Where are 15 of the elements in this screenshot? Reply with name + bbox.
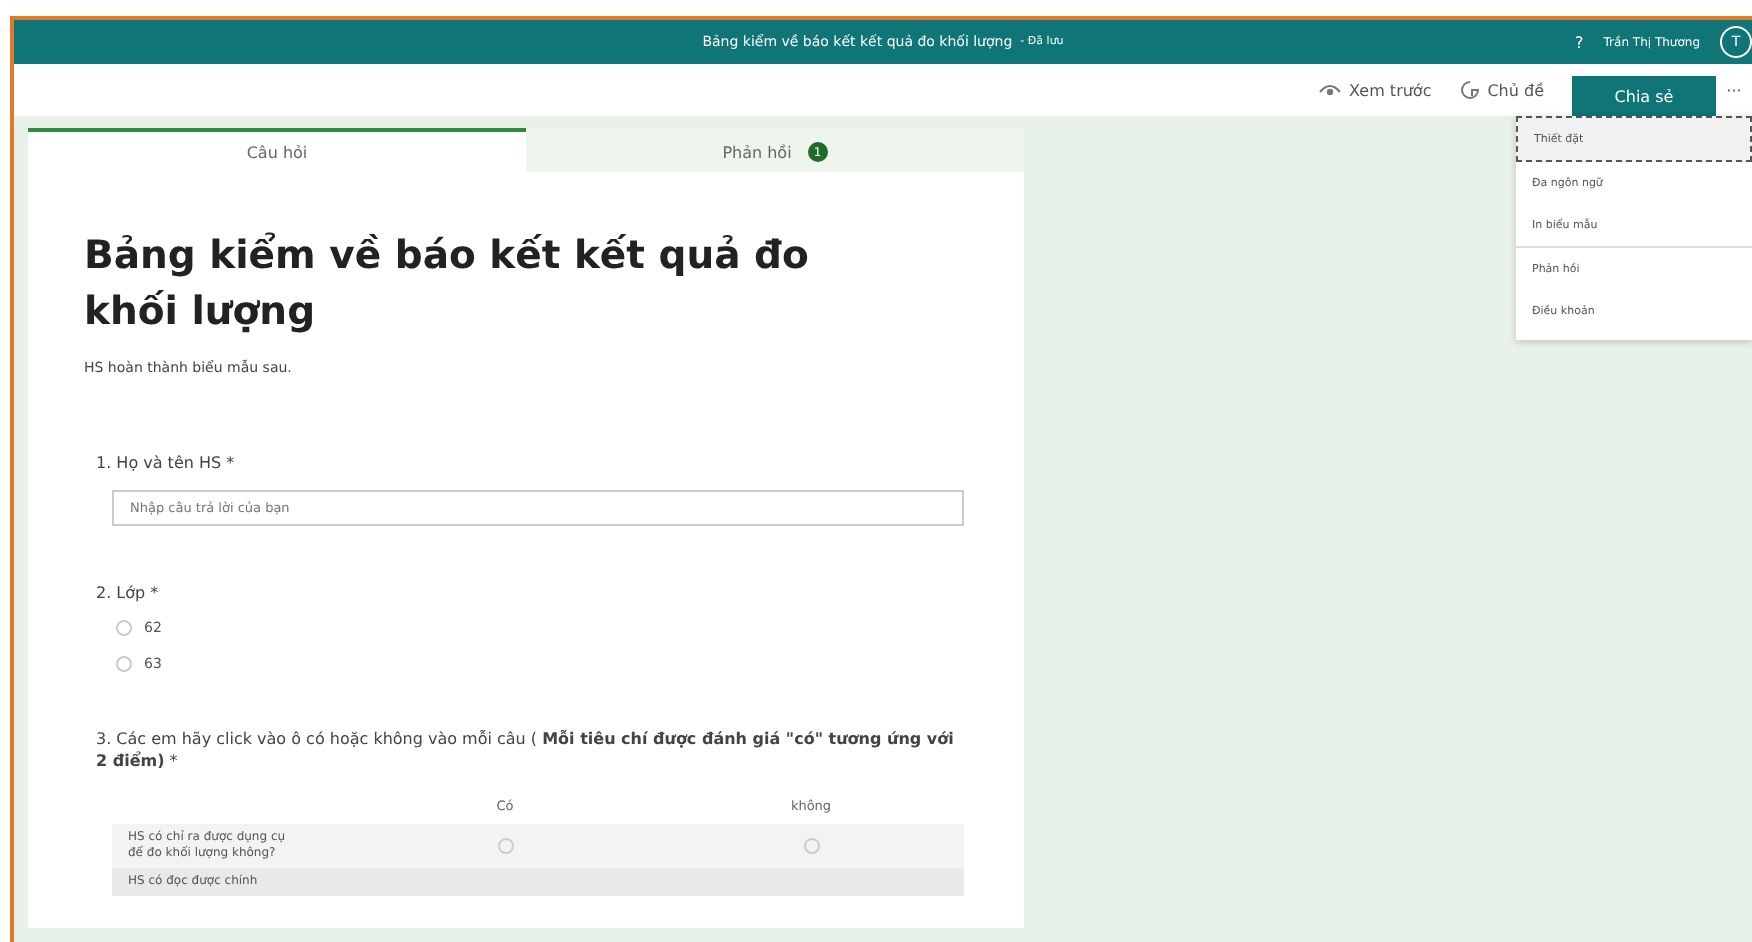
- help-icon[interactable]: ?: [1575, 33, 1584, 51]
- palette-icon: [1459, 80, 1480, 100]
- preview-button[interactable]: Xem trước: [1317, 81, 1432, 99]
- share-button[interactable]: Chia sẻ: [1572, 76, 1716, 116]
- question-label: 3. Các em hãy click vào ô có hoặc không vào mỗi câu ( Mỗi tiêu chí được đánh giá "có" tương ứng với 2 điểm)*: [96, 728, 956, 772]
- radio-button[interactable]: [497, 838, 513, 854]
- form-heading: Bảng kiểm về báo kết kết quả đo khối lượng: [84, 230, 811, 338]
- eye-icon: [1317, 82, 1342, 98]
- radio-button[interactable]: [803, 838, 819, 854]
- theme-button[interactable]: Chủ đề: [1459, 80, 1544, 100]
- question-label: 2. Lớp *: [96, 582, 161, 604]
- question-label: 1. Họ và tên HS *: [96, 452, 237, 474]
- radio-button[interactable]: [116, 656, 132, 672]
- more-button[interactable]: ···: [1716, 81, 1752, 99]
- radio-button[interactable]: [116, 620, 132, 636]
